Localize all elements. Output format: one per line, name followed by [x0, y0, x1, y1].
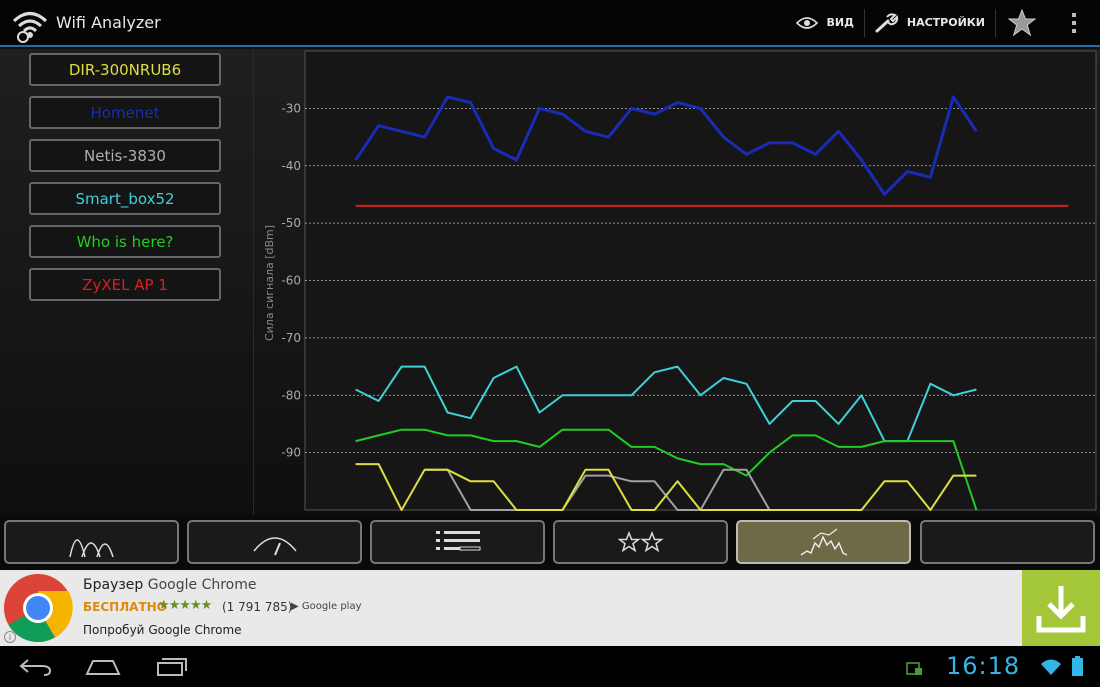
back-button[interactable] [10, 652, 60, 682]
ad-rating-stars: ★★★★★ [158, 598, 212, 613]
ad-subtitle-prefix: Попробуй [83, 623, 145, 637]
legend-item-zyxel-ap-1[interactable]: ZyXEL AP 1 [29, 268, 221, 301]
eye-icon [796, 16, 819, 29]
wrench-icon [875, 12, 899, 32]
ad-banner[interactable]: i Браузер Google Chrome БЕСПЛАТНО ★★★★★ … [0, 570, 1100, 646]
signal-meter-icon [252, 537, 297, 556]
view-button[interactable]: ВИД [786, 0, 863, 46]
action-bar: Wifi Analyzer ВИД НАСТРОЙКИ [0, 0, 1100, 47]
overflow-menu-button[interactable] [1048, 0, 1100, 46]
ap-list-icon [435, 531, 480, 551]
channel-graph-icon [68, 539, 114, 558]
two-stars-icon [617, 531, 664, 553]
screenshot-icon [906, 662, 922, 675]
home-icon [85, 660, 121, 675]
overflow-menu-icon [1072, 12, 1076, 33]
tab-favorites[interactable] [553, 520, 728, 564]
legend-item-netis-3830[interactable]: Netis-3830 [29, 139, 221, 172]
favorite-button[interactable] [996, 0, 1048, 46]
star-icon [1008, 9, 1036, 36]
view-tab-bar [0, 515, 1100, 570]
y-tick-label: -60 [281, 274, 301, 288]
ad-info-icon[interactable]: i [4, 631, 16, 643]
tab-channel-rating[interactable] [187, 520, 362, 564]
signal-chart: Сила сигнала [dBm] -30 -40 -50 -60 -70 -80 -90 [263, 50, 1097, 511]
y-tick-label: -90 [281, 446, 301, 460]
time-graph-icon [800, 528, 847, 556]
ad-subtitle-brand: Google Chrome [148, 623, 242, 637]
back-icon [19, 659, 52, 676]
app-title: Wifi Analyzer [56, 13, 161, 32]
legend-item-who-is-here[interactable]: Who is here? [29, 225, 221, 258]
ad-rating-count: (1 791 785) [222, 600, 293, 614]
ad-download-button[interactable] [1022, 570, 1100, 646]
recents-button[interactable] [147, 652, 197, 682]
settings-button[interactable]: НАСТРОЙКИ [865, 0, 995, 46]
legend-item-homenet[interactable]: Homenet [29, 96, 221, 129]
home-button[interactable] [78, 652, 128, 682]
system-nav-bar: 16:18 [0, 646, 1100, 687]
y-tick-label: -40 [281, 159, 301, 173]
ad-title: Браузер Google Chrome [83, 577, 257, 593]
settings-label: НАСТРОЙКИ [906, 16, 985, 29]
ad-subtitle: Попробуй Google Chrome [83, 623, 242, 637]
tab-blank[interactable] [920, 520, 1095, 564]
legend-item-dir-300nrub6[interactable]: DIR-300NRUB6 [29, 53, 221, 86]
legend-item-smart-box52[interactable]: Smart_box52 [29, 182, 221, 215]
battery-icon [1072, 656, 1083, 676]
content-area: DIR-300NRUB6 Homenet Netis-3830 Smart_bo… [0, 49, 1100, 515]
y-tick-label: -50 [281, 216, 301, 230]
network-legend: DIR-300NRUB6 Homenet Netis-3830 Smart_bo… [0, 49, 254, 515]
wifi-icon [1041, 659, 1061, 675]
wifi-app-icon[interactable] [8, 1, 52, 45]
google-play-badge: ▶ Google play [291, 601, 362, 612]
y-tick-label: -30 [281, 101, 301, 115]
download-icon [1036, 586, 1086, 633]
ad-price: БЕСПЛАТНО [83, 600, 167, 614]
tab-ap-list[interactable] [370, 520, 545, 564]
ad-title-text: Браузер [83, 577, 144, 593]
y-axis-label: Сила сигнала [dBm] [263, 225, 276, 341]
status-clock: 16:18 [946, 652, 1021, 680]
ad-store-label: Google play [301, 601, 362, 612]
y-tick-label: -70 [281, 331, 301, 345]
ad-title-brand: Google Chrome [147, 577, 257, 593]
tab-channel-graph[interactable] [4, 520, 179, 564]
signal-time-graph: Сила сигнала [dBm] -30 -40 -50 -60 -70 -80 -90 [254, 49, 1100, 515]
y-tick-label: -80 [281, 388, 301, 402]
view-label: ВИД [826, 16, 854, 29]
app-root: Wifi Analyzer ВИД НАСТРОЙКИ DIR-300NRUB6… [0, 0, 1100, 687]
tab-time-graph[interactable] [736, 520, 911, 564]
recents-icon [157, 658, 187, 676]
